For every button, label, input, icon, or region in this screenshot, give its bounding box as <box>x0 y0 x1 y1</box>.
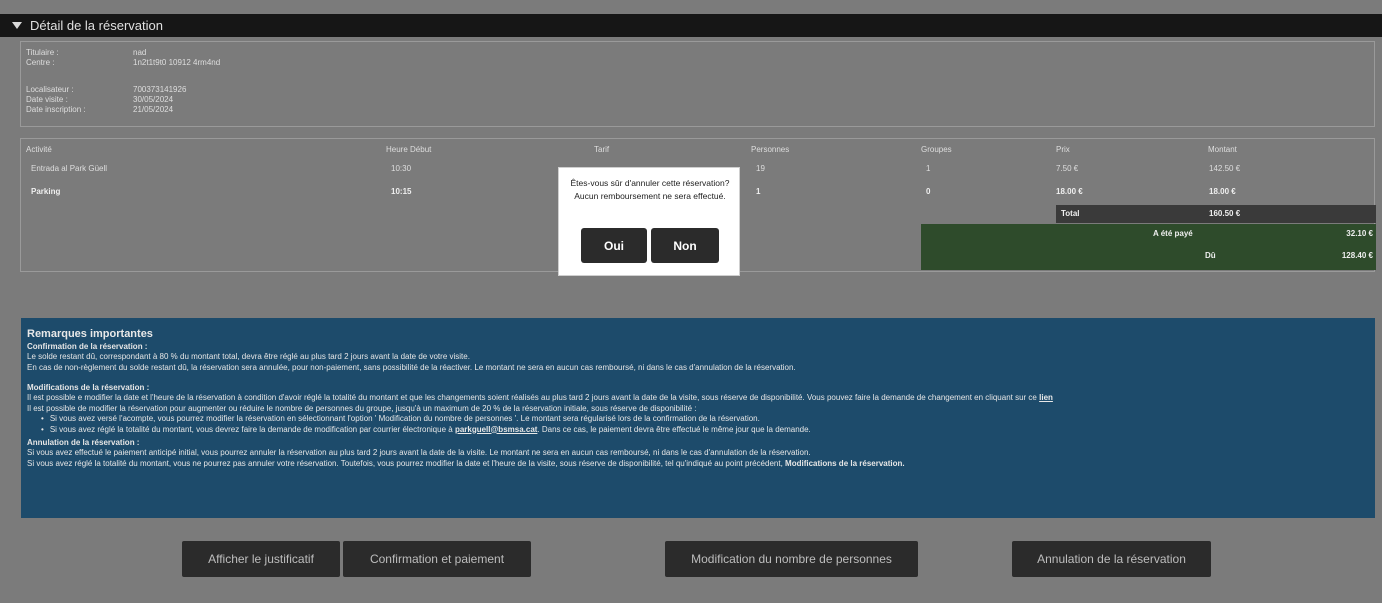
info-row-locator: Localisateur : 700373141926 <box>26 85 1369 95</box>
info-value: 700373141926 <box>133 85 187 94</box>
column-header-start-time: Heure Début <box>386 145 432 154</box>
section-heading: Confirmation de la réservation : <box>27 342 148 351</box>
important-remarks: Remarques importantes Confirmation de la… <box>21 318 1375 518</box>
row-activity: Entrada al Park Güell <box>31 164 108 173</box>
column-header-price: Prix <box>1056 145 1070 154</box>
row-groups: 0 <box>926 187 931 196</box>
remarks-title: Remarques importantes <box>27 328 153 340</box>
info-row-registration-date: Date inscription : 21/05/2024 <box>26 105 1369 115</box>
page-title: Détail de la réservation <box>30 18 163 33</box>
total-value: 160.50 € <box>1209 209 1241 218</box>
info-value: 1n2t1t9t0 10912 4rm4nd <box>133 58 221 67</box>
info-row-center: Centre : 1n2t1t9t0 10912 4rm4nd <box>26 58 1369 68</box>
info-row-holder: Titulaire : nad <box>26 48 1369 58</box>
due-label: Dû <box>1205 251 1216 260</box>
payment-summary: A été payé 32.10 € Dû 128.40 € <box>921 224 1376 270</box>
remark-line: Il est possible e modifier la date et l'… <box>27 393 1369 404</box>
remark-bullet: Si vous avez réglé la totalité du montan… <box>27 425 1369 436</box>
remark-bold-text: Modifications de la réservation. <box>785 458 905 468</box>
row-persons: 19 <box>756 164 765 173</box>
info-value: 30/05/2024 <box>133 95 174 104</box>
row-activity: Parking <box>31 187 61 196</box>
remark-text: Si vous avez réglé la totalité du montan… <box>49 424 453 434</box>
due-value: 128.40 € <box>1341 251 1373 260</box>
email-link[interactable]: parkguell@bsmsa.cat <box>455 425 538 434</box>
yes-button[interactable]: Oui <box>581 228 647 263</box>
remark-line: Si vous avez effectué le paiement antici… <box>27 448 811 457</box>
column-header-groups: Groupes <box>921 145 952 154</box>
column-header-persons: Personnes <box>751 145 790 154</box>
section-heading: Annulation de la réservation : <box>27 438 140 447</box>
paid-label: A été payé <box>1153 229 1193 238</box>
remark-bullet: Si vous avez versé l'acompte, vous pourr… <box>27 414 1369 425</box>
remark-text: . Dans ce cas, le paiement devra être ef… <box>537 424 811 434</box>
row-time: 10:30 <box>391 164 412 173</box>
remark-text: Si vous avez réglé la totalité du montan… <box>27 458 783 468</box>
info-label: Centre : <box>26 58 55 67</box>
show-receipt-button[interactable]: Afficher le justificatif <box>182 541 340 577</box>
row-amount: 142.50 € <box>1209 164 1241 173</box>
reservation-detail-header[interactable]: Détail de la réservation <box>0 14 1382 37</box>
row-time: 10:15 <box>391 187 412 196</box>
no-button[interactable]: Non <box>651 228 719 263</box>
info-value: 21/05/2024 <box>133 105 174 114</box>
modify-people-button[interactable]: Modification du nombre de personnes <box>665 541 918 577</box>
remark-line: Si vous avez réglé la totalité du montan… <box>27 459 1369 470</box>
paid-value: 32.10 € <box>1346 229 1373 238</box>
row-price: 7.50 € <box>1056 164 1079 173</box>
info-label: Localisateur : <box>26 85 74 94</box>
column-header-amount: Montant <box>1208 145 1237 154</box>
info-label: Date visite : <box>26 95 68 104</box>
info-value: nad <box>133 48 147 57</box>
triangle-down-icon <box>12 22 22 29</box>
info-label: Date inscription : <box>26 105 86 114</box>
row-amount: 18.00 € <box>1209 187 1236 196</box>
remark-line: Il est possible de modifier la réservati… <box>27 403 697 413</box>
info-label: Titulaire : <box>26 48 59 57</box>
reservation-info: Titulaire : nad Centre : 1n2t1t9t0 10912… <box>20 41 1375 127</box>
remark-line: En cas de non-règlement du solde restant… <box>27 362 796 372</box>
remark-text: Il est possible e modifier la date et l'… <box>27 393 1037 402</box>
remark-line: Le solde restant dû, correspondant à 80 … <box>27 352 470 361</box>
dialog-message: Êtes-vous sûr d'annuler cette réservatio… <box>570 178 730 201</box>
section-heading: Modifications de la réservation : <box>27 383 150 392</box>
row-persons: 1 <box>756 187 761 196</box>
column-header-rate: Tarif <box>594 145 610 154</box>
total-label: Total <box>1061 209 1080 218</box>
confirm-and-pay-button[interactable]: Confirmation et paiement <box>343 541 531 577</box>
row-groups: 1 <box>926 164 931 173</box>
top-strip <box>0 0 1382 10</box>
row-price: 18.00 € <box>1056 187 1083 196</box>
info-row-visit-date: Date visite : 30/05/2024 <box>26 95 1369 105</box>
column-header-activity: Activité <box>26 145 52 154</box>
cancel-reservation-button[interactable]: Annulation de la réservation <box>1012 541 1211 577</box>
confirm-cancel-dialog: Êtes-vous sûr d'annuler cette réservatio… <box>558 167 740 276</box>
total-row: Total 160.50 € <box>1056 205 1376 223</box>
change-request-link[interactable]: lien <box>1039 393 1053 402</box>
